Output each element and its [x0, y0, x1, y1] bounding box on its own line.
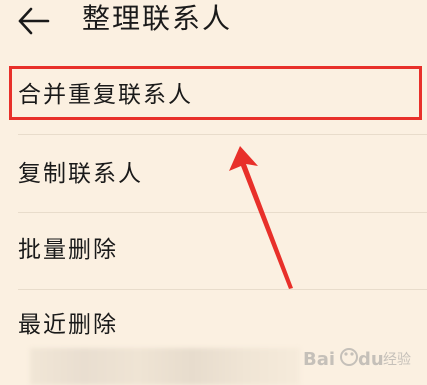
back-arrow-icon[interactable]	[16, 6, 50, 36]
blurred-area	[30, 348, 300, 385]
divider	[18, 289, 427, 290]
svg-text:Bai: Bai	[303, 349, 335, 370]
menu-item-batch-delete[interactable]: 批量删除	[0, 220, 427, 280]
divider	[18, 212, 427, 213]
svg-text:du: du	[358, 349, 384, 370]
divider	[18, 134, 427, 135]
menu-item-label: 最近删除	[18, 312, 118, 338]
baidu-jingyan-watermark: Bai du 经验	[303, 348, 411, 370]
app-header: 整理联系人	[0, 0, 427, 50]
page-title: 整理联系人	[82, 2, 233, 35]
menu-item-label: 批量删除	[18, 237, 118, 263]
svg-text:经验: 经验	[383, 352, 411, 368]
menu-item-label: 复制联系人	[18, 161, 143, 187]
highlight-box	[9, 66, 422, 120]
menu-item-copy-contacts[interactable]: 复制联系人	[0, 144, 427, 204]
